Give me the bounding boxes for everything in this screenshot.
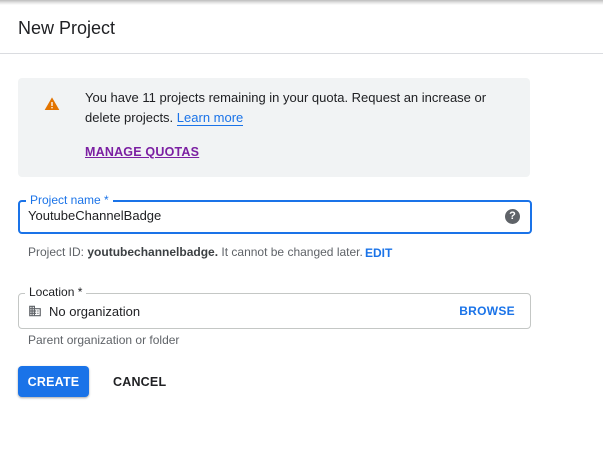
project-name-label: Project name * [26, 193, 113, 207]
warning-icon [44, 97, 60, 110]
browse-button[interactable]: BROWSE [459, 304, 515, 318]
cancel-button[interactable]: CANCEL [103, 366, 176, 397]
notice-text: You have 11 projects remaining in your q… [85, 88, 515, 128]
help-icon[interactable]: ? [505, 209, 520, 224]
project-id-value: youtubechannelbadge. [87, 245, 219, 259]
project-id-suffix: It cannot be changed later. [221, 245, 363, 259]
location-label: Location * [25, 285, 87, 299]
location-value: No organization [49, 304, 141, 319]
project-id-prefix: Project ID: [28, 245, 85, 259]
quota-notice: You have 11 projects remaining in your q… [18, 78, 530, 177]
location-field[interactable]: Location * No organization BROWSE [18, 285, 531, 329]
location-hint: Parent organization or folder [28, 333, 180, 347]
project-name-input[interactable] [28, 208, 488, 223]
project-id-text: Project ID: youtubechannelbadge. It cann… [28, 245, 363, 259]
dialog-header: New Project [0, 5, 603, 54]
project-name-field[interactable]: Project name * ? [18, 193, 532, 234]
create-button[interactable]: CREATE [18, 366, 89, 397]
manage-quotas-link[interactable]: MANAGE QUOTAS [85, 145, 199, 159]
page-title: New Project [18, 18, 116, 38]
building-icon [29, 305, 41, 317]
learn-more-link[interactable]: Learn more [176, 110, 244, 126]
notice-message: You have 11 projects remaining in your q… [85, 90, 487, 125]
edit-project-id-button[interactable]: EDIT [365, 246, 392, 260]
